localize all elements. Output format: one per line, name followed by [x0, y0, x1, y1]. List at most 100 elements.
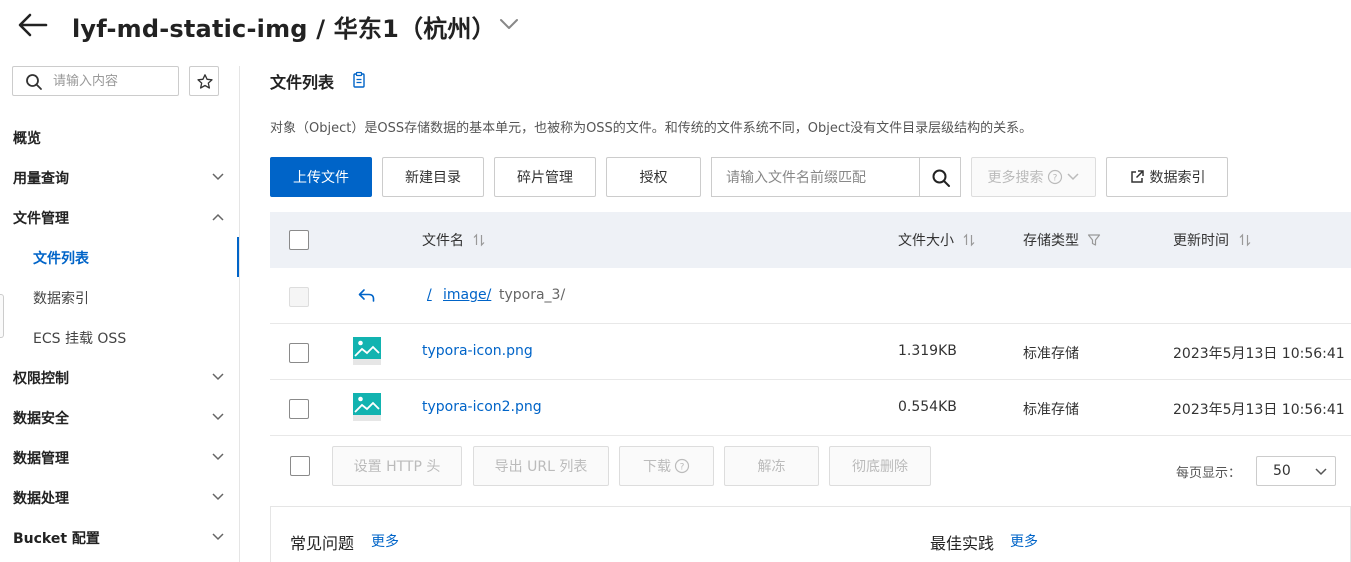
- file-name-link[interactable]: typora-icon2.png: [422, 399, 542, 415]
- header-updated-time[interactable]: 更新时间: [1173, 230, 1229, 250]
- sidebar-collapse-handle[interactable]: [0, 294, 4, 338]
- favorite-button[interactable]: [189, 66, 219, 96]
- star-icon: [197, 74, 213, 89]
- svg-text:?: ?: [1052, 174, 1057, 184]
- per-page-value: 50: [1273, 463, 1291, 479]
- sidebar-item-label: 数据处理: [13, 491, 69, 507]
- authorize-button[interactable]: 授权: [606, 157, 701, 197]
- chevron-up-icon: [212, 213, 224, 221]
- row-divider: [270, 323, 1351, 324]
- chevron-down-icon: [1066, 173, 1079, 181]
- storage-type: 标准存储: [1023, 402, 1079, 418]
- breadcrumb-root[interactable]: /: [427, 287, 432, 303]
- search-button[interactable]: [919, 157, 961, 197]
- storage-type: 标准存储: [1023, 346, 1079, 362]
- breadcrumb-current: typora_3/: [499, 287, 566, 303]
- bulk-select-checkbox[interactable]: [290, 456, 310, 476]
- sidebar-item-label: ECS 挂载 OSS: [33, 331, 127, 347]
- chevron-down-icon: [212, 373, 224, 381]
- image-file-icon: [353, 337, 381, 365]
- download-button[interactable]: 下载 ?: [619, 446, 714, 486]
- sidebar-item-data-management[interactable]: 数据管理: [0, 437, 238, 477]
- sidebar-item-data-security[interactable]: 数据安全: [0, 397, 238, 437]
- more-search-button[interactable]: 更多搜索 ?: [971, 157, 1096, 197]
- sidebar-item-label: 概览: [13, 131, 41, 147]
- sidebar-item-label: 文件列表: [33, 251, 89, 267]
- header-storage-type[interactable]: 存储类型: [1023, 230, 1079, 250]
- svg-text:?: ?: [680, 463, 685, 473]
- more-search-label: 更多搜索: [987, 170, 1044, 186]
- chevron-down-icon: [1315, 468, 1327, 476]
- chevron-down-icon: [212, 453, 224, 461]
- best-practice-title: 最佳实践: [930, 534, 995, 553]
- unfreeze-button[interactable]: 解冻: [724, 446, 819, 486]
- per-page-select[interactable]: 50: [1256, 456, 1336, 486]
- help-icon: ?: [1047, 169, 1062, 185]
- sidebar-item-overview[interactable]: 概览: [0, 117, 238, 157]
- sidebar-item-usage[interactable]: 用量查询: [0, 157, 238, 197]
- fragment-management-button[interactable]: 碎片管理: [494, 157, 596, 197]
- download-label: 下载: [643, 459, 671, 475]
- data-index-button[interactable]: 数据索引: [1106, 157, 1228, 197]
- sidebar-item-label: 数据管理: [13, 451, 69, 467]
- data-index-label: 数据索引: [1149, 170, 1206, 186]
- page-title: lyf-md-static-img / 华东1（杭州）: [72, 15, 496, 43]
- sort-icon[interactable]: [473, 233, 485, 247]
- faq-more-link[interactable]: 更多: [371, 531, 399, 551]
- chevron-down-icon: [212, 493, 224, 501]
- best-practice-more-link[interactable]: 更多: [1010, 531, 1038, 551]
- help-icon: ?: [674, 458, 690, 474]
- upload-file-button[interactable]: 上传文件: [270, 157, 372, 197]
- faq-title: 常见问题: [290, 534, 355, 553]
- set-http-header-button[interactable]: 设置 HTTP 头: [332, 446, 462, 486]
- chevron-down-icon: [212, 533, 224, 541]
- image-file-icon: [353, 393, 381, 421]
- section-description: 对象（Object）是OSS存储数据的基本单元，也被称为OSS的文件。和传统的文…: [270, 121, 1033, 136]
- sidebar-search-input[interactable]: [53, 71, 173, 91]
- chevron-down-icon[interactable]: [497, 14, 521, 34]
- row-divider: [270, 379, 1351, 380]
- sidebar-item-access-control[interactable]: 权限控制: [0, 357, 238, 397]
- return-arrow-icon[interactable]: [357, 287, 377, 305]
- select-all-checkbox[interactable]: [289, 230, 309, 250]
- sidebar-item-label: 权限控制: [13, 371, 69, 387]
- filter-icon[interactable]: [1087, 233, 1101, 247]
- sort-icon[interactable]: [1239, 233, 1251, 247]
- row-checkbox[interactable]: [289, 343, 309, 363]
- sidebar-search-box[interactable]: [12, 66, 179, 96]
- sidebar-item-label: 用量查询: [13, 171, 69, 187]
- permanent-delete-button[interactable]: 彻底删除: [829, 446, 931, 486]
- help-panel: [270, 506, 1351, 562]
- file-search-box[interactable]: [711, 157, 920, 197]
- sort-icon[interactable]: [963, 233, 975, 247]
- sidebar-item-data-processing[interactable]: 数据处理: [0, 477, 238, 517]
- header-file-name[interactable]: 文件名: [422, 230, 464, 250]
- row-checkbox[interactable]: [289, 399, 309, 419]
- document-icon[interactable]: [351, 71, 367, 89]
- file-size: 1.319KB: [898, 343, 957, 359]
- file-size: 0.554KB: [898, 399, 957, 415]
- per-page-label: 每页显示：: [1176, 466, 1242, 481]
- updated-time: 2023年5月13日 10:56:41: [1173, 402, 1345, 418]
- sidebar-item-label: 数据索引: [33, 291, 89, 307]
- chevron-down-icon: [212, 173, 224, 181]
- sidebar-item-file-management[interactable]: 文件管理: [0, 197, 238, 237]
- search-icon: [932, 169, 950, 187]
- external-link-icon: [1130, 170, 1144, 183]
- export-url-list-button[interactable]: 导出 URL 列表: [473, 446, 609, 486]
- sidebar-item-bucket-config[interactable]: Bucket 配置: [0, 517, 238, 557]
- back-arrow-icon[interactable]: [14, 8, 50, 42]
- sidebar-item-label: 数据安全: [13, 411, 69, 427]
- header-file-size[interactable]: 文件大小: [898, 230, 954, 250]
- file-search-input[interactable]: [726, 168, 911, 188]
- file-name-link[interactable]: typora-icon.png: [422, 343, 533, 359]
- search-icon: [25, 73, 43, 91]
- breadcrumb-folder-image[interactable]: image/: [443, 287, 491, 303]
- sidebar-divider: [239, 66, 240, 562]
- sidebar-item-label: 文件管理: [13, 211, 69, 227]
- new-directory-button[interactable]: 新建目录: [382, 157, 484, 197]
- updated-time: 2023年5月13日 10:56:41: [1173, 346, 1345, 362]
- sidebar-item-ecs-mount[interactable]: ECS 挂载 OSS: [0, 317, 238, 357]
- sidebar-item-file-list[interactable]: 文件列表: [0, 237, 238, 277]
- sidebar-item-data-index[interactable]: 数据索引: [0, 277, 238, 317]
